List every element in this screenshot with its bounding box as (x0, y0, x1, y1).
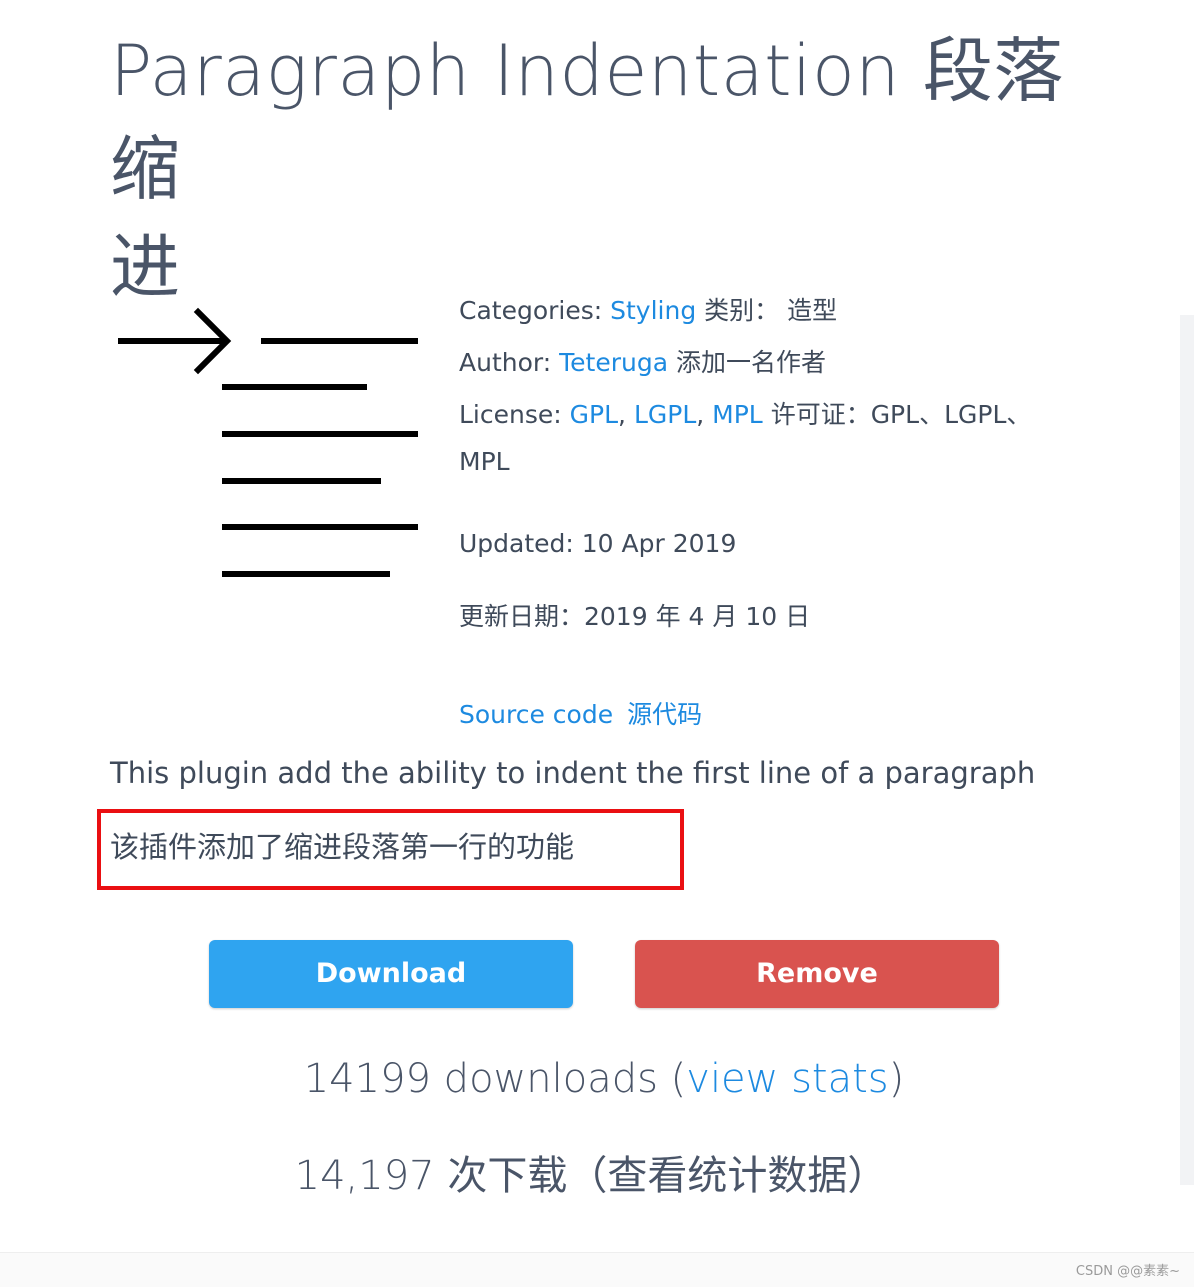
view-stats-link[interactable]: view stats (686, 1056, 888, 1102)
meta-updated-zh: 更新日期：2019 年 4 月 10 日 (459, 602, 811, 631)
categories-label: Categories: (459, 296, 603, 325)
paragraph-indent-icon (112, 292, 424, 592)
categories-styling-link[interactable]: Styling (610, 296, 696, 325)
meta-author: Author: Teteruga 添加一名作者 (459, 343, 826, 379)
meta-license: License: GPL, LGPL, MPL 许可证：GPL、LGPL、 (459, 395, 1031, 431)
license-gpl-link[interactable]: GPL (570, 400, 618, 429)
scrollbar-track[interactable] (1180, 315, 1194, 1185)
remove-button[interactable]: Remove (635, 940, 999, 1008)
license-zh: 许可证：GPL、LGPL、 (770, 400, 1032, 429)
close-paren: ) (888, 1056, 905, 1102)
categories-zh: 类别： 造型 (704, 296, 838, 325)
author-label: Author: (459, 348, 552, 377)
plugin-description-zh: 该插件添加了缩进段落第一行的功能 (110, 830, 575, 864)
meta-updated: Updated: 10 Apr 2019 (459, 529, 737, 558)
page-title-line-1: Paragraph Indentation 段落缩 (110, 30, 1064, 210)
download-count-text: 14199 downloads ( (303, 1056, 687, 1102)
source-code-link[interactable]: Source code (459, 700, 613, 729)
download-count: 14199 downloads (view stats) (0, 1056, 1194, 1102)
author-link[interactable]: Teteruga (559, 348, 668, 377)
license-label: License: (459, 400, 562, 429)
license-separator: , (618, 400, 626, 429)
download-button[interactable]: Download (209, 940, 573, 1008)
author-zh: 添加一名作者 (675, 348, 826, 377)
source-code-zh-link[interactable]: 源代码 (627, 700, 702, 729)
csdn-watermark: CSDN @@素素~ (1075, 1264, 1180, 1279)
meta-categories: Categories: Styling 类别： 造型 (459, 291, 837, 327)
bottom-bar (0, 1252, 1194, 1287)
license-mpl-link[interactable]: MPL (712, 400, 763, 429)
license-separator: , (696, 400, 705, 429)
license-lgpl-link[interactable]: LGPL (634, 400, 696, 429)
download-count-zh: 14,197 次下载（查看统计数据） (294, 1153, 888, 1199)
license-zh-continuation: MPL (459, 447, 510, 476)
plugin-description: This plugin add the ability to indent th… (110, 756, 1036, 790)
meta-source-code: Source code 源代码 (459, 695, 702, 731)
page-title: Paragraph Indentation 段落缩 进 (110, 22, 1070, 316)
